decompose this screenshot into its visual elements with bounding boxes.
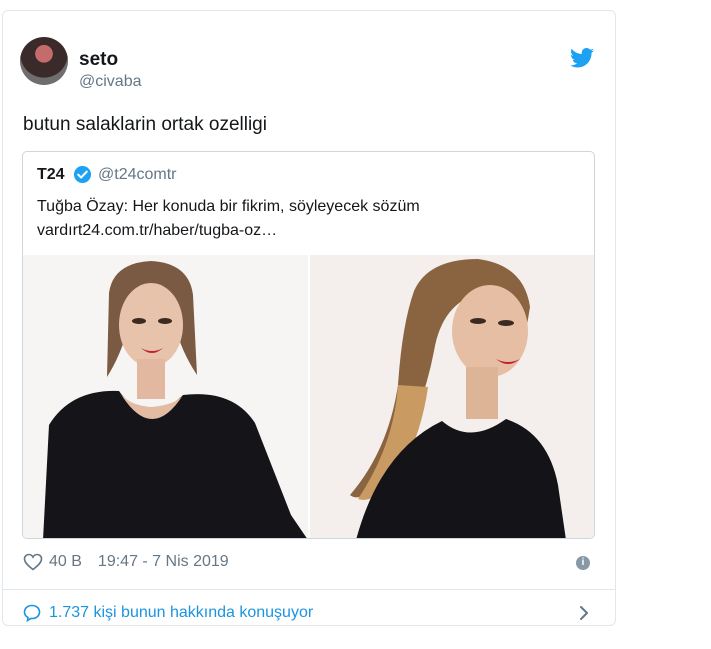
quoted-text: Tuğba Özay: Her konuda bir fikrim, söyle… — [37, 195, 582, 243]
conversation-link[interactable]: 1.737 kişi bunun hakkında konuşuyor — [23, 604, 313, 622]
quoted-text-line1: Tuğba Özay: Her konuda bir fikrim, söyle… — [37, 198, 420, 215]
avatar[interactable] — [20, 37, 68, 85]
quoted-text-line2: vardırt24.com.tr/haber/tugba-oz… — [37, 222, 278, 239]
twitter-bird-icon[interactable] — [570, 48, 594, 68]
quoted-author-name: T24 — [37, 166, 65, 183]
author-handle[interactable]: @civaba — [79, 73, 142, 91]
divider — [3, 589, 615, 590]
portrait-image — [310, 255, 594, 538]
timestamp[interactable]: 19:47 - 7 Nis 2019 — [98, 553, 229, 571]
speech-bubble-icon — [23, 604, 41, 622]
author-name[interactable]: seto — [79, 49, 118, 71]
portrait-image — [23, 255, 308, 538]
conversation-label[interactable]: 1.737 kişi bunun hakkında konuşuyor — [49, 604, 313, 622]
quoted-author-handle: @t24comtr — [98, 166, 177, 183]
info-icon[interactable]: i — [576, 556, 590, 570]
like-count[interactable]: 40 B — [49, 553, 82, 571]
heart-icon[interactable] — [23, 553, 43, 571]
chevron-right-icon[interactable] — [578, 605, 590, 621]
tweet-meta: 40 B 19:47 - 7 Nis 2019 — [23, 553, 229, 571]
quoted-tweet[interactable]: T24 @t24comtr Tuğba Özay: Her konuda bir… — [22, 151, 595, 539]
quoted-photo-right[interactable] — [310, 255, 594, 538]
tweet-text: butun salaklarin ortak ozelligi — [23, 114, 267, 135]
tweet-card: seto @civaba butun salaklarin ortak ozel… — [2, 10, 616, 626]
verified-badge-icon — [73, 165, 92, 184]
quoted-photo-left[interactable] — [23, 255, 308, 538]
